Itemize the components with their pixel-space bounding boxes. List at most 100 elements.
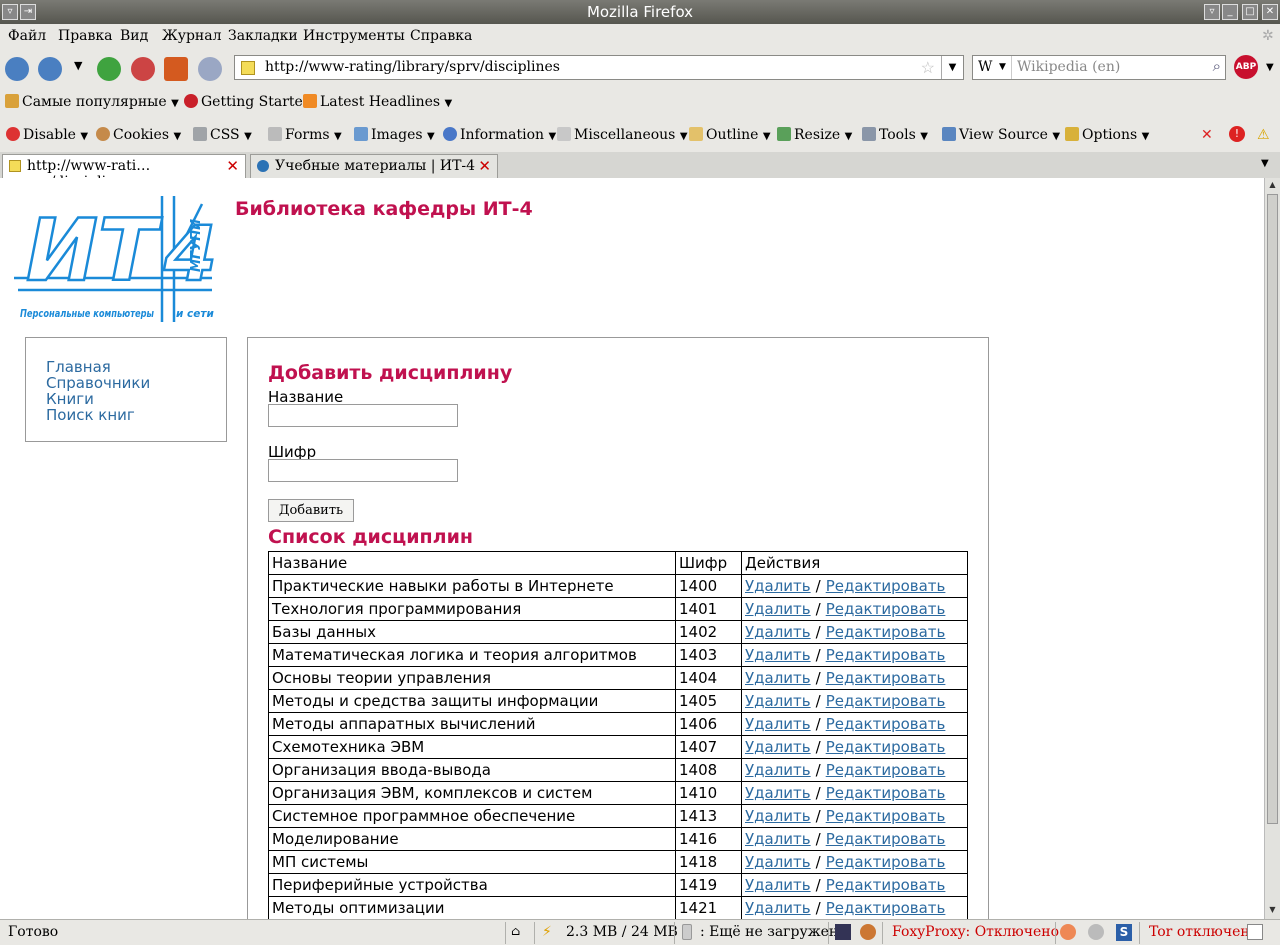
dev-images[interactable]: Images ▼ — [354, 127, 435, 143]
url-text[interactable]: http://www-rating/library/sprv/disciplin… — [265, 59, 560, 75]
stop-button[interactable] — [131, 57, 155, 81]
settings-icon[interactable] — [1088, 924, 1104, 940]
back-button[interactable] — [5, 57, 29, 81]
robot-icon[interactable]: ⌂ — [511, 924, 520, 938]
delete-link[interactable]: Удалить — [745, 715, 811, 733]
dev-outline[interactable]: Outline ▼ — [689, 127, 771, 143]
adblock-dropdown-icon[interactable]: ▼ — [1266, 62, 1274, 73]
edit-link[interactable]: Редактировать — [826, 784, 946, 802]
close-icon[interactable]: ✕ — [1201, 127, 1213, 143]
dev-tools[interactable]: Tools ▼ — [862, 127, 928, 143]
edit-link[interactable]: Редактировать — [826, 899, 946, 917]
sidebar-item-books[interactable]: Книги — [46, 391, 226, 407]
proxy-icon[interactable] — [1060, 924, 1076, 940]
edit-link[interactable]: Редактировать — [826, 646, 946, 664]
edit-link[interactable]: Редактировать — [826, 761, 946, 779]
trash-icon[interactable] — [682, 924, 692, 940]
reload-button[interactable] — [97, 57, 121, 81]
dev-disable[interactable]: Disable ▼ — [6, 127, 88, 143]
scroll-up-icon[interactable]: ▲ — [1267, 180, 1278, 192]
delete-link[interactable]: Удалить — [745, 876, 811, 894]
dev-forms[interactable]: Forms ▼ — [268, 127, 342, 143]
delete-link[interactable]: Удалить — [745, 830, 811, 848]
forward-button[interactable] — [38, 57, 62, 81]
menu-down-icon[interactable]: ▿ — [1204, 4, 1220, 20]
delete-link[interactable]: Удалить — [745, 784, 811, 802]
close-tab-icon[interactable]: ✕ — [478, 157, 491, 175]
delete-link[interactable]: Удалить — [745, 692, 811, 710]
dev-css[interactable]: CSS ▼ — [193, 127, 252, 143]
delete-link[interactable]: Удалить — [745, 646, 811, 664]
delete-link[interactable]: Удалить — [745, 600, 811, 618]
menu-file[interactable]: Файл — [8, 28, 46, 44]
delete-link[interactable]: Удалить — [745, 761, 811, 779]
sidebar-item-home[interactable]: Главная — [46, 359, 226, 375]
maximize-button[interactable]: □ — [1242, 4, 1258, 20]
bookmark-latest-headlines[interactable]: Latest Headlines ▼ — [303, 94, 452, 110]
search-input[interactable]: Wikipedia (en) — [1017, 59, 1120, 75]
tab-disciplines[interactable]: http://www-rati…prv/disciplines ✕ — [2, 154, 246, 190]
delete-link[interactable]: Удалить — [745, 899, 811, 917]
s-icon[interactable]: S — [1116, 924, 1132, 941]
edit-link[interactable]: Редактировать — [826, 738, 946, 756]
dev-cookies[interactable]: Cookies ▼ — [96, 127, 181, 143]
bookmark-getting-started[interactable]: Getting Started — [184, 94, 312, 110]
edit-link[interactable]: Редактировать — [826, 853, 946, 871]
menu-edit[interactable]: Правка — [58, 28, 113, 44]
delete-link[interactable]: Удалить — [745, 807, 811, 825]
delete-link[interactable]: Удалить — [745, 623, 811, 641]
close-window-button[interactable]: ✕ — [1262, 4, 1278, 20]
scrollbar-thumb[interactable] — [1267, 194, 1278, 824]
dev-options[interactable]: Options ▼ — [1065, 127, 1149, 143]
firebug-icon[interactable] — [860, 924, 876, 940]
sidebar-item-book-search[interactable]: Поиск книг — [46, 407, 226, 423]
menu-help[interactable]: Справка — [410, 28, 472, 44]
search-icon[interactable]: ⌕ — [1213, 57, 1221, 75]
tab-list-icon[interactable]: ▼ — [1261, 158, 1269, 169]
code-input[interactable] — [268, 459, 458, 482]
name-input[interactable] — [268, 404, 458, 427]
home-icon[interactable] — [164, 57, 188, 81]
sidebar-item-directories[interactable]: Справочники — [46, 375, 226, 391]
menu-bookmarks[interactable]: Закладки — [228, 28, 298, 44]
error-icon[interactable]: ! — [1229, 126, 1245, 142]
edit-link[interactable]: Редактировать — [826, 715, 946, 733]
bookmark-most-visited[interactable]: Самые популярные ▼ — [5, 94, 179, 110]
tab-materials[interactable]: Учебные материалы | ИТ-4 ✕ — [250, 154, 498, 178]
search-box[interactable]: W ▼ Wikipedia (en) ⌕ — [972, 55, 1226, 80]
dev-miscellaneous[interactable]: Miscellaneous ▼ — [557, 127, 688, 143]
edit-link[interactable]: Редактировать — [826, 876, 946, 894]
edit-link[interactable]: Редактировать — [826, 623, 946, 641]
menu-history[interactable]: Журнал — [162, 28, 222, 44]
minimize-button[interactable]: _ — [1222, 4, 1238, 20]
addon-icon[interactable] — [835, 924, 851, 940]
search-engine-dropdown-icon[interactable]: ▼ — [999, 62, 1006, 72]
edit-link[interactable]: Редактировать — [826, 577, 946, 595]
url-dropdown-icon[interactable]: ▼ — [941, 56, 963, 79]
edit-link[interactable]: Редактировать — [826, 830, 946, 848]
tor-status[interactable]: Tor отключен — [1149, 924, 1250, 940]
adblock-icon[interactable]: ABP — [1234, 55, 1258, 79]
delete-link[interactable]: Удалить — [745, 577, 811, 595]
dev-information[interactable]: Information ▼ — [443, 127, 556, 143]
close-tab-icon[interactable]: ✕ — [226, 157, 239, 175]
menu-view[interactable]: Вид — [120, 28, 148, 44]
add-button[interactable]: Добавить — [268, 499, 354, 522]
foxyproxy-status[interactable]: FoxyProxy: Отключено — [892, 924, 1059, 940]
bookmark-star-icon[interactable]: ☆ — [921, 58, 935, 77]
vertical-scrollbar[interactable]: ▲ ▼ — [1264, 178, 1280, 919]
url-bar[interactable]: http://www-rating/library/sprv/disciplin… — [234, 55, 964, 80]
edit-link[interactable]: Редактировать — [826, 692, 946, 710]
menu-tools[interactable]: Инструменты — [303, 28, 405, 44]
dev-view-source[interactable]: View Source ▼ — [942, 127, 1060, 143]
dev-resize[interactable]: Resize ▼ — [777, 127, 852, 143]
warning-icon[interactable]: ⚠ — [1257, 127, 1270, 143]
search-engine-icon[interactable]: W — [978, 59, 992, 75]
edit-link[interactable]: Редактировать — [826, 807, 946, 825]
history-dropdown-icon[interactable]: ▼ — [74, 59, 82, 72]
edit-link[interactable]: Редактировать — [826, 669, 946, 687]
scroll-down-icon[interactable]: ▼ — [1267, 905, 1278, 917]
pageinfo-icon[interactable] — [198, 57, 222, 81]
delete-link[interactable]: Удалить — [745, 669, 811, 687]
delete-link[interactable]: Удалить — [745, 738, 811, 756]
